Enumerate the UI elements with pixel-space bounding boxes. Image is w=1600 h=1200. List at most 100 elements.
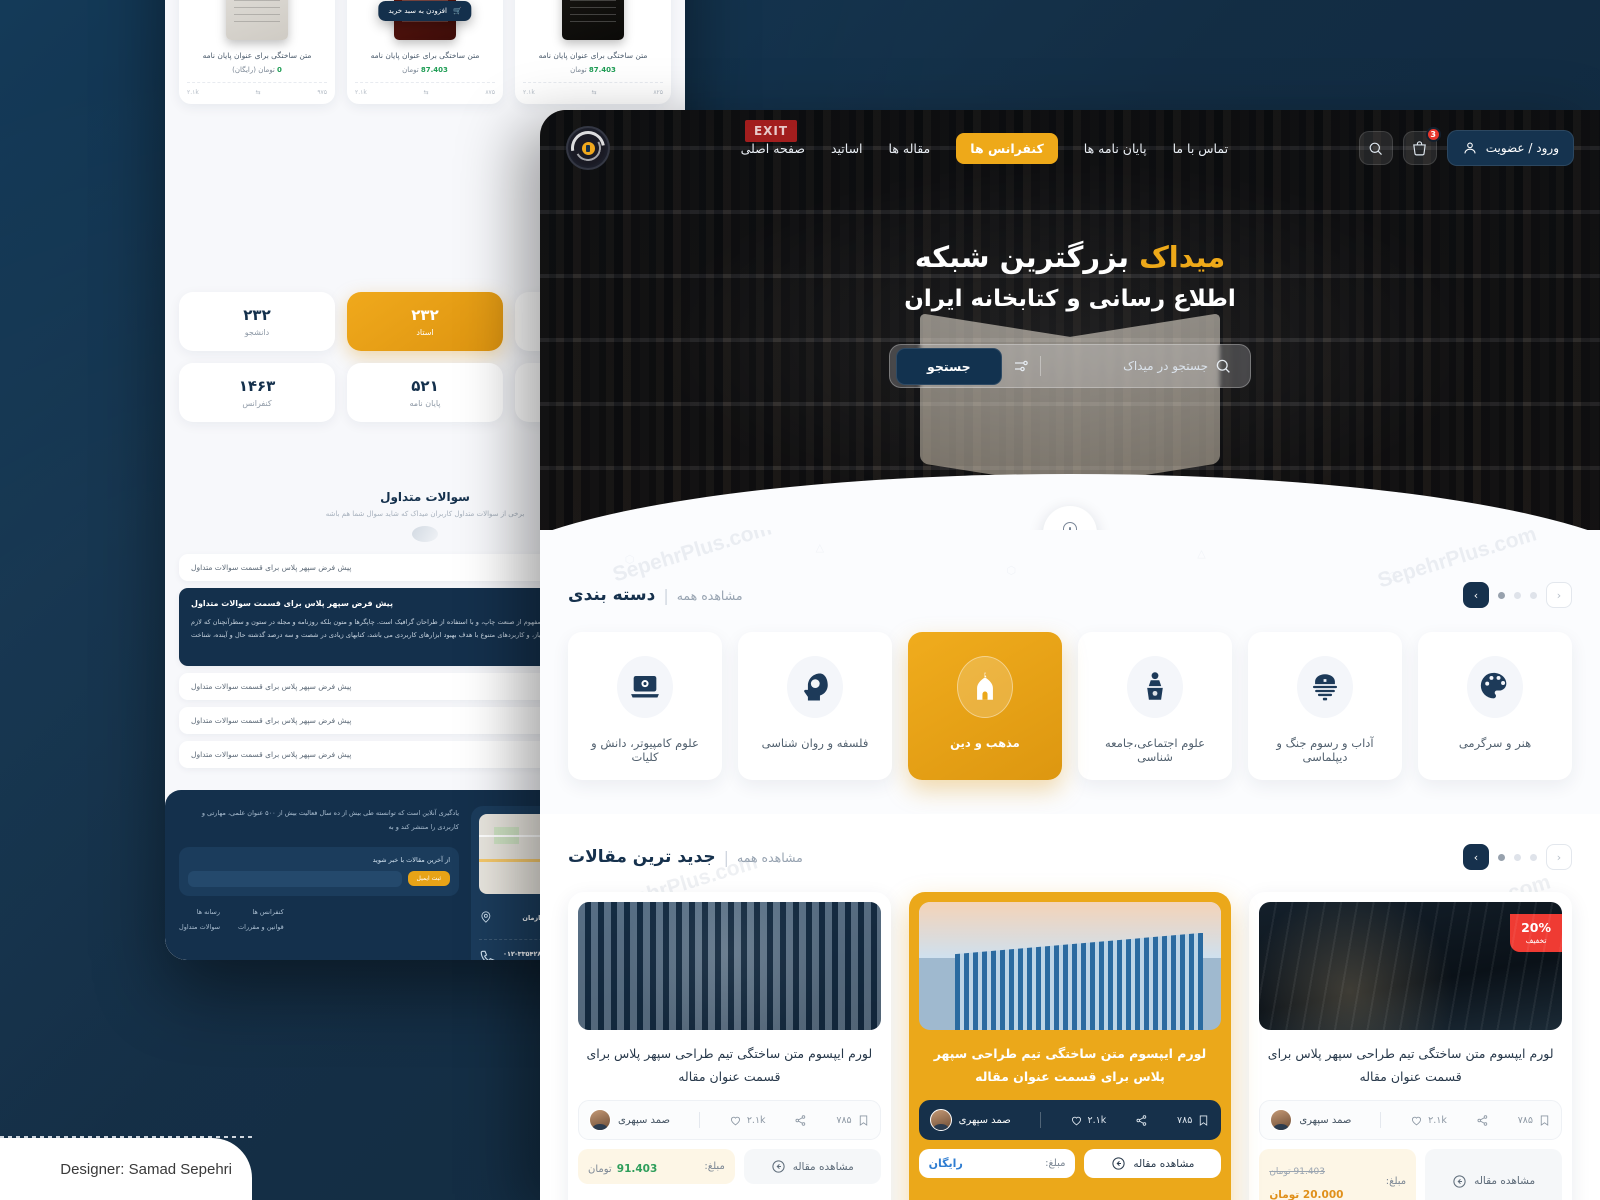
categories-view-all[interactable]: مشاهده همه bbox=[677, 588, 743, 603]
nav-item-articles[interactable]: مقاله ها bbox=[889, 141, 931, 156]
category-label: هنر و سرگرمی bbox=[1458, 736, 1532, 750]
pager-dot[interactable] bbox=[1530, 591, 1537, 599]
meta-divider bbox=[698, 1112, 700, 1129]
footer-link[interactable]: سوالات متداول bbox=[179, 923, 220, 931]
palette-brush-icon bbox=[1467, 656, 1523, 718]
hero-search-bar[interactable]: جستجو در میداک جستجو bbox=[889, 344, 1251, 388]
pager-dot-active[interactable] bbox=[1498, 591, 1505, 599]
thesis-title: متن ساختگی برای عنوان پایان نامه bbox=[202, 51, 312, 60]
faq-question: پیش فرض سپهر پلاس برای قسمت سوالات متداو… bbox=[191, 750, 352, 759]
hero-search-input[interactable]: جستجو در میداک bbox=[1041, 359, 1208, 373]
footer-link[interactable]: رسانه ها bbox=[179, 908, 220, 916]
share-icon[interactable]: ⇆ bbox=[592, 89, 597, 96]
category-card-diplomacy[interactable]: آداب و رسوم جنگ و دیپلماسی bbox=[1248, 632, 1402, 780]
filter-sliders-icon[interactable] bbox=[1012, 357, 1030, 375]
categories-title: دسته بندی bbox=[568, 585, 656, 605]
categories-section: SepehrPlus.com SepehrPlus.com ⬡△⬡ △⬡⬡ △⬡… bbox=[540, 530, 1600, 814]
nav-item-conferences[interactable]: کنفرانس ها bbox=[956, 132, 1058, 164]
article-actions: مشاهده مقاله مبلغ: رایگان bbox=[918, 1149, 1222, 1179]
article-card-featured[interactable]: لورم ایپسوم متن ساختگی تیم طراحی سپهر پل… bbox=[908, 892, 1232, 1200]
category-card-social-science[interactable]: علوم اجتماعی،جامعه شناسی bbox=[1078, 632, 1232, 780]
view-article-button[interactable]: مشاهده مقاله bbox=[1425, 1149, 1562, 1200]
category-card-religion[interactable]: مذهب و دین bbox=[908, 632, 1062, 780]
article-saves[interactable]: ۷۸۵ bbox=[1518, 1114, 1551, 1127]
meta-divider bbox=[1380, 1112, 1382, 1129]
thesis-cover bbox=[226, 0, 288, 40]
nav-item-professors[interactable]: اساتید bbox=[831, 141, 863, 156]
newsletter-submit-button[interactable]: ثبت ایمیل bbox=[407, 871, 450, 887]
article-author[interactable]: صمد سپهری bbox=[929, 1109, 1011, 1132]
article-share[interactable] bbox=[1135, 1114, 1148, 1127]
articles-pager[interactable]: ‹ › bbox=[1463, 844, 1572, 870]
newsletter-email-input[interactable] bbox=[188, 870, 402, 887]
view-article-button[interactable]: مشاهده مقاله bbox=[1084, 1149, 1222, 1179]
avatar bbox=[588, 1109, 611, 1132]
article-saves[interactable]: ۷۸۵ bbox=[1177, 1114, 1210, 1127]
site-logo-icon[interactable] bbox=[564, 124, 612, 172]
footer-link[interactable]: کنفرانس ها bbox=[238, 908, 283, 916]
article-title: لورم ایپسوم متن ساختگی تیم طراحی سپهر پل… bbox=[586, 1046, 873, 1085]
thesis-likes: ۲.۱k bbox=[523, 89, 535, 97]
nav-item-home[interactable]: صفحه اصلی bbox=[741, 141, 805, 156]
article-share[interactable] bbox=[794, 1114, 807, 1127]
back-thesis-card[interactable]: متن ساختگی برای عنوان پایان نامه 87.403 … bbox=[347, 0, 503, 105]
search-divider bbox=[1039, 356, 1041, 376]
share-icon[interactable]: ⇆ bbox=[256, 89, 261, 96]
pager-prev-icon[interactable]: ‹ bbox=[1546, 582, 1572, 608]
article-saves[interactable]: ۷۸۵ bbox=[836, 1114, 869, 1127]
article-likes[interactable]: ۲.۱k bbox=[729, 1114, 766, 1127]
search-icon bbox=[1369, 142, 1383, 155]
articles-view-all[interactable]: مشاهده همه bbox=[737, 850, 803, 865]
footer-link[interactable]: قوانین و مقررات bbox=[238, 923, 284, 931]
stat-card: ۵۲۱ پایان نامه bbox=[347, 363, 503, 422]
share-icon bbox=[1136, 1114, 1147, 1126]
back-thesis-card[interactable]: متن ساختگی برای عنوان پایان نامه 0 تومان… bbox=[179, 0, 335, 105]
nav-item-theses[interactable]: پایان نامه ها bbox=[1084, 141, 1147, 156]
article-author[interactable]: صمد سپهری bbox=[1270, 1109, 1351, 1132]
watermark: SepehrPlus.com bbox=[610, 530, 775, 587]
heart-icon bbox=[730, 1116, 740, 1126]
faq-question: پیش فرض سپهر پلاس برای قسمت سوالات متداو… bbox=[191, 682, 352, 691]
search-button[interactable] bbox=[1358, 131, 1393, 165]
hero-search-button[interactable]: جستجو bbox=[896, 347, 1002, 385]
article-share[interactable] bbox=[1476, 1114, 1489, 1127]
nav-item-contact[interactable]: تماس با ما bbox=[1173, 141, 1229, 156]
article-card[interactable]: لورم ایپسوم متن ساختگی تیم طراحی سپهر پل… bbox=[567, 892, 891, 1200]
top-navigation-bar: ورود / عضویت 3 تماس با ما پایان نامه ها … bbox=[540, 110, 1600, 186]
cart-button[interactable]: 3 bbox=[1402, 127, 1441, 165]
categories-header: ‹ › دسته بندی | مشاهده همه bbox=[568, 582, 1572, 608]
discount-label: تخفیف bbox=[1525, 935, 1547, 945]
discount-badge: 20% تخفیف bbox=[1510, 914, 1562, 952]
footer-phone[interactable]: ۰۱۲-۳۳۵۴۲۸۹ تلفن پشتیبانی bbox=[479, 949, 545, 960]
article-author[interactable]: صمد سپهری bbox=[588, 1109, 671, 1132]
user-icon bbox=[1464, 142, 1476, 154]
category-card-art[interactable]: هنر و سرگرمی bbox=[1418, 632, 1572, 780]
pager-dot-active[interactable] bbox=[1498, 853, 1505, 861]
pager-dot[interactable] bbox=[1514, 853, 1521, 861]
article-title: لورم ایپسوم متن ساختگی تیم طراحی سپهر پل… bbox=[1267, 1046, 1554, 1085]
add-to-cart-tooltip[interactable]: 🛒 افزودن به سبد خرید bbox=[378, 1, 472, 22]
category-label: علوم اجتماعی،جامعه شناسی bbox=[1105, 736, 1205, 764]
author-name: صمد سپهری bbox=[617, 1114, 671, 1126]
pager-next-icon[interactable]: › bbox=[1463, 844, 1489, 870]
military-hat-icon bbox=[1297, 656, 1353, 718]
categories-title-group: دسته بندی | مشاهده همه bbox=[568, 585, 743, 605]
pager-next-icon[interactable]: › bbox=[1463, 582, 1489, 608]
footer-about-col: یادگیری آنلاین است که توانسته طی بیش از … bbox=[179, 806, 459, 960]
article-card[interactable]: 20% تخفیف لورم ایپسوم متن ساختگی تیم طرا… bbox=[1249, 892, 1572, 1200]
cart-icon bbox=[1413, 140, 1427, 155]
categories-pager[interactable]: ‹ › bbox=[1463, 582, 1572, 608]
share-icon[interactable]: ⇆ bbox=[424, 89, 429, 96]
pager-dot[interactable] bbox=[1530, 853, 1537, 861]
back-thesis-card[interactable]: متن ساختگی برای عنوان پایان نامه 87.403 … bbox=[515, 0, 671, 105]
login-register-button[interactable]: ورود / عضویت bbox=[1446, 130, 1574, 166]
category-card-computer-science[interactable]: علوم کامپیوتر، دانش و کلیات bbox=[568, 632, 722, 780]
pager-dot[interactable] bbox=[1514, 591, 1521, 599]
category-card-philosophy[interactable]: فلسفه و روان شناسی bbox=[738, 632, 892, 780]
arrow-circle-icon bbox=[1112, 1157, 1126, 1170]
price-label: مبلغ: bbox=[704, 1161, 725, 1173]
pager-prev-icon[interactable]: ‹ bbox=[1546, 844, 1572, 870]
article-likes[interactable]: ۲.۱k bbox=[1410, 1114, 1447, 1127]
view-article-button[interactable]: مشاهده مقاله bbox=[743, 1149, 881, 1185]
article-likes[interactable]: ۲.۱k bbox=[1070, 1114, 1106, 1127]
